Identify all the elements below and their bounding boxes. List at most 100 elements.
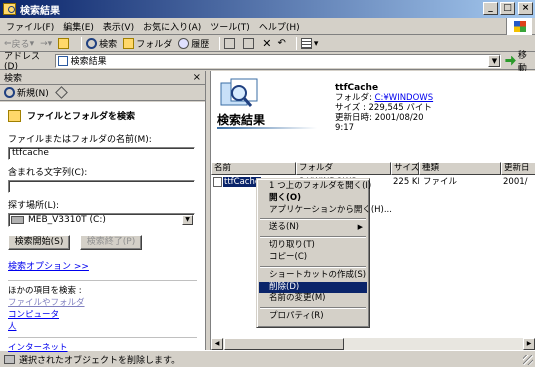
new-search-button[interactable]: 新規(N) (4, 86, 49, 99)
menu-item-open-with[interactable]: アプリケーションから開く(H)... (259, 205, 392, 217)
menu-separator (260, 307, 366, 310)
menu-view[interactable]: 表示(V) (103, 20, 134, 33)
search-pane-toolbar: 新規(N) (0, 85, 205, 101)
menu-item-properties[interactable]: プロパティ(R) (259, 311, 367, 323)
copy-to-button[interactable] (243, 38, 256, 49)
menu-item-send-to[interactable]: 送る(N) ▶ (259, 222, 367, 234)
search-button-row: 検索開始(S) 検索終了(P) (8, 235, 197, 250)
address-input[interactable]: 検索結果 ▼ (54, 53, 502, 68)
close-pane-icon[interactable]: × (193, 72, 201, 83)
column-type[interactable]: 種類 (419, 162, 501, 175)
column-size[interactable]: サイズ (391, 162, 419, 175)
scroll-left-icon[interactable]: ◀ (211, 338, 223, 350)
history-icon (178, 38, 190, 49)
up-folder-icon (58, 38, 70, 49)
menu-tools[interactable]: ツール(T) (210, 20, 250, 33)
address-bar: アドレス(D) 検索結果 ▼ 移動 (0, 51, 535, 74)
resize-grip-icon[interactable] (523, 355, 533, 365)
go-arrow-icon (505, 55, 516, 66)
people-link[interactable]: 人 (8, 321, 197, 333)
menu-item-open[interactable]: 開く(O) (259, 193, 367, 205)
windows-logo-icon (506, 18, 532, 35)
close-button[interactable]: × (518, 2, 533, 15)
menu-edit[interactable]: 編集(E) (63, 20, 94, 33)
text-field[interactable] (8, 180, 195, 193)
menu-separator (260, 236, 366, 239)
info-folder-link[interactable]: C:¥WINDOWS (375, 93, 434, 103)
folders-label: フォルダ (136, 40, 173, 50)
status-text: 選択されたオブジェクトを削除します。 (19, 355, 181, 366)
go-label: 移動 (517, 50, 527, 74)
start-search-button[interactable]: 検索開始(S) (8, 235, 70, 250)
file-folder-icon (8, 109, 21, 122)
status-bar: 選択されたオブジェクトを削除します。 (0, 350, 535, 367)
assistant-icon (54, 86, 68, 99)
column-name[interactable]: 名前 (211, 162, 296, 175)
toolbar: ⇐ 戻る ▾ → ▾ 検索 フォルダ 履歴 ✕ ↶ ▾ (0, 36, 535, 52)
name-label: ファイルまたはフォルダの名前(M): (8, 135, 152, 145)
drive-icon (11, 216, 24, 224)
menu-item-delete[interactable]: 削除(D) (259, 281, 367, 294)
undo-button[interactable]: ↶ (277, 38, 285, 49)
go-button[interactable]: 移動 (505, 48, 535, 74)
search-assistant-button[interactable] (54, 86, 68, 99)
address-dropdown-button[interactable]: ▼ (488, 54, 501, 67)
search-window-icon (3, 3, 16, 15)
search-form: ファイルとフォルダを検索 ファイルまたはフォルダの名前(M): ttfcache… (0, 102, 205, 353)
chevron-down-icon: ▾ (313, 38, 319, 49)
search-results-icon (220, 78, 258, 107)
maximize-button[interactable]: □ (500, 2, 515, 15)
column-folder[interactable]: フォルダ (296, 162, 391, 175)
name-field[interactable]: ttfcache (8, 147, 195, 160)
lookin-select[interactable]: MEB_V3310T (C:) ▼ (8, 213, 195, 227)
chevron-down-icon: ▾ (29, 38, 35, 49)
history-button[interactable]: 履歴 (178, 37, 209, 50)
up-folder-button[interactable] (58, 38, 71, 49)
info-size: サイズ : 229,545 バイト (335, 103, 432, 113)
search-pane-title: 検索 (4, 74, 23, 84)
search-options-link[interactable]: 検索オプション >> (8, 259, 197, 272)
scroll-right-icon[interactable]: ▶ (523, 338, 535, 350)
banner-underline (217, 127, 317, 129)
section-title-text: ファイルとフォルダを検索 (27, 112, 136, 122)
move-to-button[interactable] (224, 38, 237, 49)
info-modified: 更新日時: 2001/08/20 (335, 113, 433, 123)
scroll-track[interactable] (223, 338, 523, 350)
files-folders-link[interactable]: ファイルやフォルダ (8, 297, 197, 309)
menu-item-open-parent-folder[interactable]: 1 つ上のフォルダを開く(I) (259, 181, 371, 193)
menu-item-cut[interactable]: 切り取り(T) (259, 240, 367, 252)
horizontal-scrollbar[interactable]: ◀ ▶ (211, 338, 535, 350)
menu-item-copy[interactable]: コピー(C) (259, 252, 367, 264)
menu-item-create-shortcut[interactable]: ショートカットの作成(S) (259, 270, 367, 282)
menu-item-rename[interactable]: 名前の変更(M) (259, 293, 367, 305)
menu-favorites[interactable]: お気に入り(A) (143, 20, 201, 33)
menu-help[interactable]: ヘルプ(H) (259, 20, 300, 33)
stop-search-button[interactable]: 検索終了(P) (80, 235, 142, 250)
search-section-title: ファイルとフォルダを検索 (8, 109, 197, 122)
row-size: 225 KB (393, 177, 419, 187)
banner-title: 検索結果 (217, 113, 266, 127)
scroll-thumb[interactable] (224, 338, 344, 350)
move-to-icon (224, 38, 236, 49)
results-banner: 検索結果 (211, 71, 321, 159)
delete-button[interactable]: ✕ (262, 37, 271, 50)
menu-file[interactable]: ファイル(F) (6, 20, 54, 33)
divider (8, 280, 197, 281)
minimize-button[interactable]: _ (483, 2, 498, 15)
send-to-label: 送る(N) (269, 222, 299, 233)
forward-button[interactable]: → ▾ (40, 39, 52, 49)
undo-icon: ↶ (277, 38, 286, 49)
computer-link[interactable]: コンピュータ (8, 309, 197, 321)
info-folder-label: フォルダ: (335, 93, 372, 103)
column-modified[interactable]: 更新日 (501, 162, 535, 175)
row-modified: 2001/ (503, 177, 528, 187)
views-button[interactable]: ▾ (300, 38, 319, 49)
search-button[interactable]: 検索 (86, 37, 117, 50)
info-folder: フォルダ: C:¥WINDOWS (335, 93, 433, 103)
search-icon (4, 87, 15, 98)
back-arrow-icon: ⇐ (4, 38, 12, 49)
folders-button[interactable]: フォルダ (123, 37, 172, 50)
lookin-value: MEB_V3310T (C:) (28, 215, 106, 225)
title-bar: 検索結果 _ □ × (0, 0, 535, 18)
search-pane-header: 検索 × (0, 71, 205, 85)
